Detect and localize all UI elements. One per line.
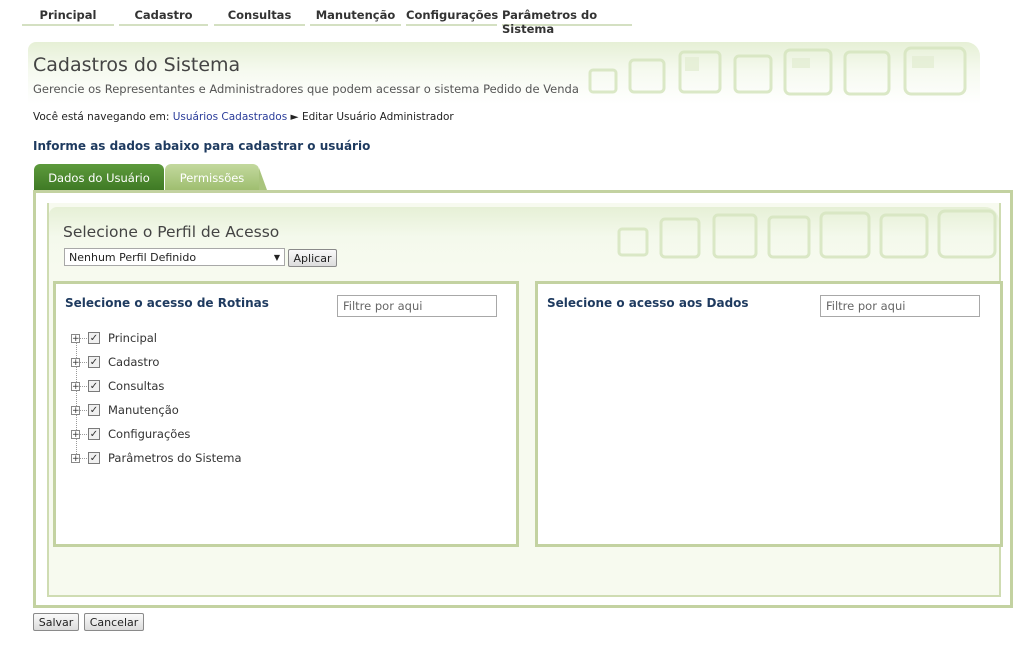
plus-expander-icon[interactable]: + <box>71 453 80 463</box>
permissions-inner: Selecione o Perfil de Acesso Nenhum Perf… <box>47 203 1003 597</box>
tree-item-manutencao: + ✓ Manutenção <box>68 398 242 422</box>
profile-select-value: Nenhum Perfil Definido <box>69 251 197 264</box>
tab-dados-do-usuario[interactable]: Dados do Usuário <box>34 164 164 190</box>
nav-item-manutencao[interactable]: Manutenção <box>310 8 401 26</box>
plus-expander-icon[interactable]: + <box>71 333 80 343</box>
rotinas-title: Selecione o acesso de Rotinas <box>65 296 269 310</box>
form-instruction: Informe as dados abaixo para cadastrar o… <box>33 139 371 153</box>
checkbox-checked-icon[interactable]: ✓ <box>88 356 100 368</box>
tree-item-configuracoes: + ✓ Configurações <box>68 422 242 446</box>
rotinas-filter-input[interactable] <box>337 295 497 317</box>
dados-box: Selecione o acesso aos Dados <box>535 281 1003 547</box>
nav-item-principal[interactable]: Principal <box>22 8 114 26</box>
rotinas-box: Selecione o acesso de Rotinas + ✓ Princi… <box>53 281 519 547</box>
top-navigation: Principal Cadastro Consultas Manutenção … <box>0 0 1027 36</box>
breadcrumb: Você está navegando em: Usuários Cadastr… <box>33 111 454 123</box>
rotinas-tree: + ✓ Principal + ✓ Cadastro + ✓ Consultas… <box>68 326 242 470</box>
dados-title: Selecione o acesso aos Dados <box>547 296 749 310</box>
nav-item-cadastro[interactable]: Cadastro <box>119 8 208 26</box>
nav-item-parametros[interactable]: Parâmetros do Sistema <box>502 8 632 36</box>
plus-expander-icon[interactable]: + <box>71 405 80 415</box>
page-subtitle: Gerencie os Representantes e Administrad… <box>33 82 579 96</box>
nav-item-configuracoes[interactable]: Configurações <box>406 8 498 26</box>
tree-label[interactable]: Cadastro <box>108 355 159 369</box>
tree-label[interactable]: Principal <box>108 331 157 345</box>
breadcrumb-separator-icon: ► <box>290 111 299 123</box>
checkbox-checked-icon[interactable]: ✓ <box>88 428 100 440</box>
tree-label[interactable]: Consultas <box>108 379 164 393</box>
breadcrumb-current: Editar Usuário Administrador <box>301 111 454 123</box>
tree-item-cadastro: + ✓ Cadastro <box>68 350 242 374</box>
checkbox-checked-icon[interactable]: ✓ <box>88 332 100 344</box>
apply-button[interactable]: Aplicar <box>288 249 337 267</box>
profile-title: Selecione o Perfil de Acesso <box>63 223 280 241</box>
checkbox-checked-icon[interactable]: ✓ <box>88 404 100 416</box>
dados-filter-input[interactable] <box>820 295 980 317</box>
plus-expander-icon[interactable]: + <box>71 381 80 391</box>
nav-item-consultas[interactable]: Consultas <box>214 8 305 26</box>
tree-item-principal: + ✓ Principal <box>68 326 242 350</box>
page-title: Cadastros do Sistema <box>33 54 241 76</box>
tree-label[interactable]: Configurações <box>108 427 190 441</box>
permissions-panel: Selecione o Perfil de Acesso Nenhum Perf… <box>33 190 1013 608</box>
tab-permissoes[interactable]: Permissões <box>165 164 267 190</box>
checkbox-checked-icon[interactable]: ✓ <box>88 380 100 392</box>
breadcrumb-prefix: Você está navegando em: <box>33 111 170 123</box>
profile-banner-decoration <box>617 209 997 259</box>
checkbox-checked-icon[interactable]: ✓ <box>88 452 100 464</box>
profile-select[interactable]: Nenhum Perfil Definido ▼ <box>64 248 285 266</box>
tree-label[interactable]: Parâmetros do Sistema <box>108 451 242 465</box>
save-button[interactable]: Salvar <box>33 613 79 631</box>
chevron-down-icon: ▼ <box>273 253 280 262</box>
breadcrumb-link-usuarios[interactable]: Usuários Cadastrados <box>173 111 287 123</box>
tree-item-parametros: + ✓ Parâmetros do Sistema <box>68 446 242 470</box>
plus-expander-icon[interactable]: + <box>71 429 80 439</box>
cancel-button[interactable]: Cancelar <box>84 613 144 631</box>
tree-item-consultas: + ✓ Consultas <box>68 374 242 398</box>
tree-label[interactable]: Manutenção <box>108 403 179 417</box>
plus-expander-icon[interactable]: + <box>71 357 80 367</box>
banner-decoration <box>588 46 967 96</box>
